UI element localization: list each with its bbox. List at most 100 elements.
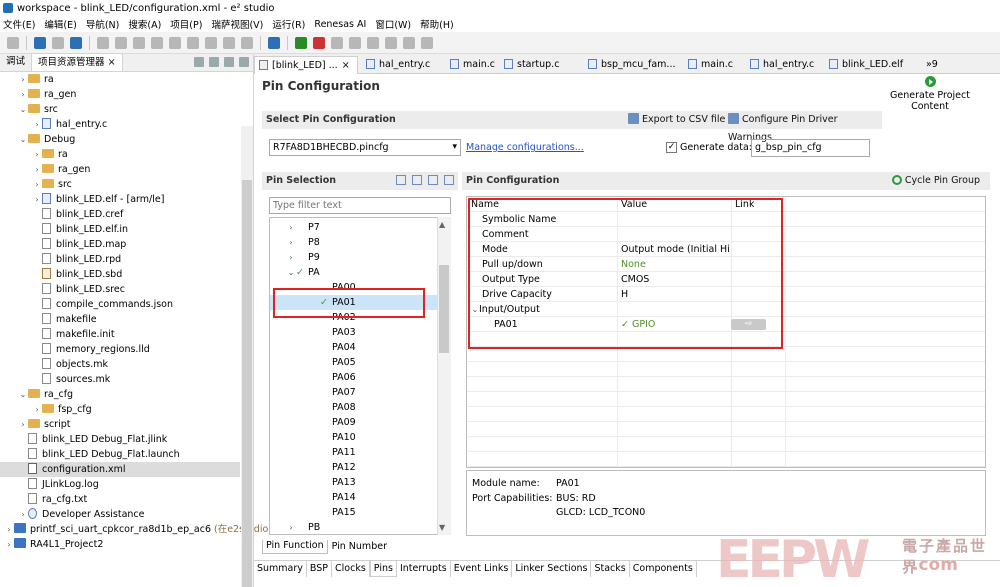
pin-tree-item[interactable]: PA13 (270, 475, 438, 490)
editor-tab[interactable]: main.c (446, 56, 496, 74)
tree-item[interactable]: configuration.xml (0, 462, 240, 477)
menu-item[interactable]: Renesas AI (314, 19, 366, 30)
tree-item[interactable]: objects.mk (0, 357, 240, 372)
pin-tree-item[interactable]: PA08 (270, 400, 438, 415)
tree-item[interactable]: › blink_LED.elf - [arm/le] (0, 192, 240, 207)
build-hammer-icon[interactable] (52, 36, 64, 49)
wand-icon[interactable] (268, 36, 280, 49)
pin-tree-item[interactable]: › PB (270, 520, 438, 534)
tree-item[interactable]: › RA4L1_Project2 (0, 537, 240, 552)
expand-toggle-icon[interactable]: › (32, 402, 42, 417)
expand-all-icon[interactable] (412, 175, 422, 185)
search-icon[interactable] (349, 36, 361, 49)
pin-tree-scroll-thumb[interactable] (439, 265, 449, 353)
instruction-step-icon[interactable] (223, 36, 235, 49)
expand-toggle-icon[interactable]: › (286, 520, 296, 534)
expand-toggle-icon[interactable]: › (32, 177, 42, 192)
menu-item[interactable]: 导航(N) (86, 17, 120, 31)
tree-item[interactable]: › ra (0, 147, 240, 162)
tab-pin-number[interactable]: Pin Number (328, 540, 391, 554)
pin-tree-item[interactable]: PA12 (270, 460, 438, 475)
editor-tab[interactable]: main.c (684, 56, 742, 74)
scroll-up-icon[interactable]: ▲ (439, 220, 445, 229)
step-over-icon[interactable] (187, 36, 199, 49)
menu-item[interactable]: 文件(E) (3, 17, 35, 31)
step-into-icon[interactable] (169, 36, 181, 49)
tree-item[interactable]: › src (0, 177, 240, 192)
tree-item[interactable]: ⌄ ra_cfg (0, 387, 240, 402)
tab-interrupts[interactable]: Interrupts (397, 561, 451, 577)
expand-toggle-icon[interactable]: › (32, 147, 42, 162)
expand-toggle-icon[interactable]: › (286, 250, 296, 265)
suspend-icon[interactable] (115, 36, 127, 49)
tree-item[interactable]: compile_commands.json (0, 297, 240, 312)
pin-tree-item[interactable]: › P8 (270, 235, 438, 250)
tree-item[interactable]: › ra (0, 72, 240, 87)
tab-pins[interactable]: Pins (369, 561, 397, 577)
tree-item[interactable]: sources.mk (0, 372, 240, 387)
editor-tab[interactable]: startup.c (500, 56, 580, 74)
expand-toggle-icon[interactable]: › (32, 192, 42, 207)
navigate-forward-icon[interactable] (385, 36, 397, 49)
collapse-all-icon[interactable] (194, 57, 204, 67)
tree-item[interactable]: › ra_gen (0, 162, 240, 177)
tree-item[interactable]: ra_cfg.txt (0, 492, 240, 507)
editor-tab[interactable]: hal_entry.c (362, 56, 442, 74)
editor-tab[interactable]: [blink_LED] ... × (254, 56, 358, 74)
pin-filter-input[interactable]: Type filter text (269, 197, 451, 214)
close-icon[interactable]: × (342, 60, 350, 71)
pin-tree-item[interactable]: PA04 (270, 340, 438, 355)
tree-item[interactable]: blink_LED Debug_Flat.jlink (0, 432, 240, 447)
debug-run-icon[interactable] (295, 36, 307, 49)
expand-toggle-icon[interactable]: › (32, 162, 42, 177)
tree-item[interactable]: ⌄ Debug (0, 132, 240, 147)
tab-project-explorer[interactable]: 项目资源管理器 × (31, 53, 123, 71)
expand-toggle-icon[interactable]: › (32, 117, 42, 132)
pin-tree-item[interactable]: PA06 (270, 370, 438, 385)
sort-az-icon[interactable] (444, 175, 454, 185)
cycle-pin-group-button[interactable]: Cycle Pin Group (891, 172, 980, 190)
tree-item[interactable]: blink_LED.srec (0, 282, 240, 297)
debug-bug-icon[interactable] (70, 36, 82, 49)
menu-item[interactable]: 窗口(W) (375, 17, 411, 31)
menu-icon[interactable] (239, 57, 249, 67)
menu-item[interactable]: 运行(R) (272, 17, 305, 31)
settings-gear-icon[interactable] (34, 36, 46, 49)
list-view-icon[interactable] (396, 175, 406, 185)
resume-icon[interactable] (97, 36, 109, 49)
tree-item[interactable]: blink_LED.cref (0, 207, 240, 222)
menu-item[interactable]: 项目(P) (170, 17, 202, 31)
save-icon[interactable] (7, 36, 19, 49)
editor-tab[interactable]: »9 (922, 56, 944, 74)
link-editor-icon[interactable] (209, 57, 219, 67)
pin-tree-item[interactable]: PA10 (270, 430, 438, 445)
tab-debug[interactable]: 调试 (0, 53, 31, 71)
refresh-icon[interactable] (421, 36, 433, 49)
expand-toggle-icon[interactable]: › (18, 417, 28, 432)
generate-data-checkbox[interactable]: ✓ (666, 142, 677, 153)
pin-tree-item[interactable]: › P9 (270, 250, 438, 265)
expand-toggle-icon[interactable]: › (18, 87, 28, 102)
tree-item[interactable]: blink_LED.sbd (0, 267, 240, 282)
tab-components[interactable]: Components (630, 561, 697, 577)
tab-summary[interactable]: Summary (254, 561, 307, 577)
generate-data-input[interactable]: g_bsp_pin_cfg (751, 139, 870, 157)
tree-item[interactable]: blink_LED.rpd (0, 252, 240, 267)
filter-icon[interactable] (224, 57, 234, 67)
close-icon[interactable]: × (108, 57, 116, 68)
pin-tree-item[interactable]: PA14 (270, 490, 438, 505)
menu-item[interactable]: 帮助(H) (420, 17, 454, 31)
menu-item[interactable]: 瑞萨视图(V) (211, 17, 263, 31)
external-tools-icon[interactable] (331, 36, 343, 49)
tree-item[interactable]: › fsp_cfg (0, 402, 240, 417)
tree-item[interactable]: blink_LED Debug_Flat.launch (0, 447, 240, 462)
expand-toggle-icon[interactable]: › (4, 522, 14, 537)
tab-linker-sections[interactable]: Linker Sections (512, 561, 592, 577)
pin-tree-item[interactable]: PA11 (270, 445, 438, 460)
tree-item[interactable]: blink_LED.map (0, 237, 240, 252)
pin-tree-item[interactable]: › P7 (270, 220, 438, 235)
expand-toggle-icon[interactable]: › (286, 235, 296, 250)
pin-tree-item[interactable]: PA09 (270, 415, 438, 430)
tab-stacks[interactable]: Stacks (591, 561, 630, 577)
tab-clocks[interactable]: Clocks (332, 561, 370, 577)
